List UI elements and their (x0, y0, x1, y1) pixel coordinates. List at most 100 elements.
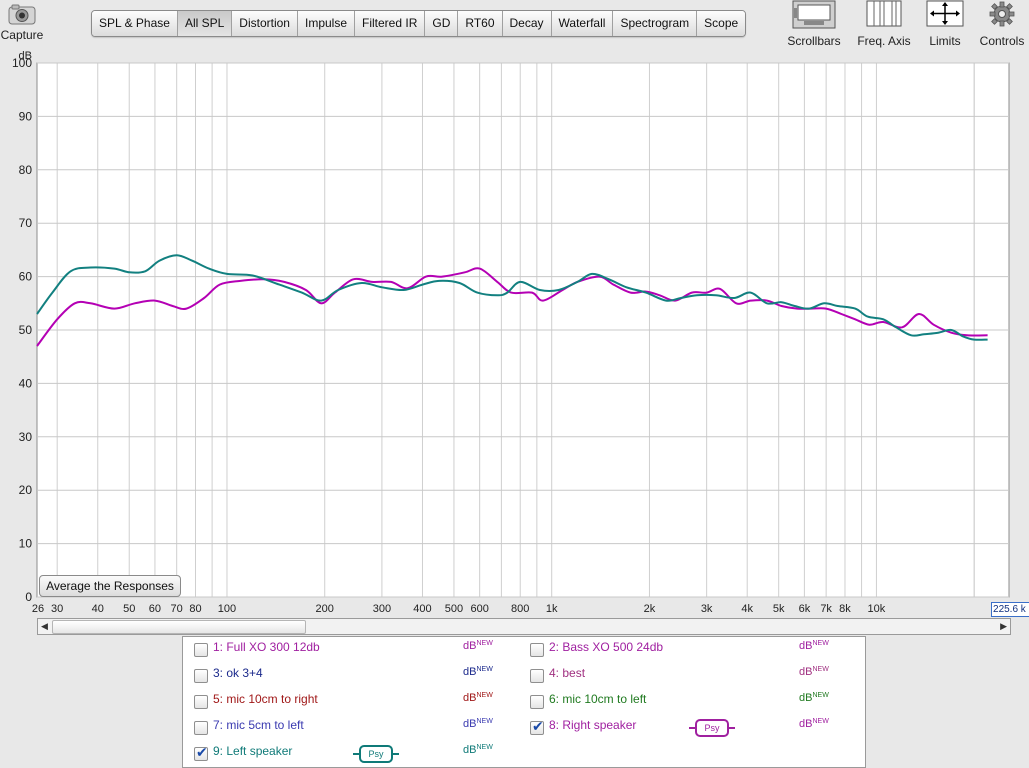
x-tick-label: 1k (546, 603, 558, 615)
y-tick-label: 70 (19, 216, 33, 230)
unit-sup: NEW (812, 692, 829, 699)
horizontal-scrollbar[interactable]: ◀ ▶ (37, 618, 1011, 635)
legend-label-7: 7: mic 5cm to left (213, 718, 304, 732)
legend-label-4: 4: best (549, 666, 586, 680)
tab-rt60[interactable]: RT60 (458, 11, 503, 36)
checkbox-item-3[interactable] (194, 669, 208, 683)
checkbox-item-6[interactable] (530, 695, 544, 709)
tab-spectrogram[interactable]: Spectrogram (613, 11, 698, 36)
checkbox-item-2[interactable] (530, 643, 544, 657)
psy-smoothing-button-8[interactable]: Psy (689, 719, 735, 737)
y-tick-label: 80 (19, 163, 33, 177)
legend-unit-2[interactable]: dBNEW (799, 640, 829, 652)
average-responses-button[interactable]: Average the Responses (39, 575, 181, 597)
x-tick-label: 60 (149, 603, 161, 615)
legend-unit-8[interactable]: dBNEW (799, 718, 829, 730)
spl-chart[interactable]: 0 10 20 30 40 50 60 70 80 90 100 dB 26 30 40 50 60 70 80 10… (0, 45, 1029, 615)
unit-sup: NEW (476, 666, 493, 673)
legend-label-3: 3: ok 3+4 (213, 666, 263, 680)
x-tick-label: 26 (32, 603, 44, 615)
gear-icon (976, 0, 1028, 30)
unit-text: dB (463, 640, 477, 652)
unit-text: dB (799, 692, 813, 704)
y-tick-label: 10 (19, 537, 33, 551)
legend-unit-4[interactable]: dBNEW (799, 666, 829, 678)
legend-unit-6[interactable]: dBNEW (799, 692, 829, 704)
freq-axis-button[interactable]: Freq. Axis (855, 0, 913, 48)
unit-text: dB (799, 718, 813, 730)
unit-sup: NEW (476, 744, 493, 751)
unit-text: dB (463, 692, 477, 704)
x-tick-label: 500 (445, 603, 463, 615)
x-tick-label: 200 (316, 603, 334, 615)
checkbox-item-5[interactable] (194, 695, 208, 709)
legend-unit-3[interactable]: dBNEW (463, 666, 493, 678)
unit-text: dB (463, 744, 477, 756)
capture-button[interactable]: Capture (0, 2, 44, 42)
legend-unit-5[interactable]: dBNEW (463, 692, 493, 704)
freq-range-field[interactable]: 225.6 k (991, 602, 1029, 617)
legend-label-8: 8: Right speaker (549, 718, 637, 732)
tab-impulse[interactable]: Impulse (297, 11, 356, 36)
y-axis-label: dB (19, 50, 32, 62)
psy-smoothing-button-9[interactable]: Psy (353, 745, 399, 763)
x-tick-label: 800 (511, 603, 529, 615)
scrollbars-button[interactable]: Scrollbars (786, 0, 842, 48)
checkbox-item-9[interactable]: ✔ (194, 744, 208, 761)
freq-axis-icon (855, 0, 913, 30)
scroll-left-icon[interactable]: ◀ (41, 619, 48, 634)
x-tick-label: 600 (470, 603, 488, 615)
y-tick-label: 40 (19, 376, 33, 390)
unit-text: dB (463, 666, 477, 678)
scrollbars-icon (786, 0, 842, 30)
checkbox-item-7[interactable] (194, 721, 208, 735)
freq-range-value: 25.6 k (998, 604, 1026, 615)
scrollbar-thumb[interactable] (52, 620, 306, 634)
x-tick-label: 5k (773, 603, 785, 615)
y-tick-label: 20 (19, 483, 33, 497)
checkbox-item-1[interactable] (194, 643, 208, 657)
unit-sup: NEW (812, 640, 829, 647)
x-tick-label: 300 (373, 603, 391, 615)
checkmark-icon: ✔ (532, 718, 544, 734)
x-tick-label: 30 (51, 603, 63, 615)
measurement-legend: 1: Full XO 300 12db dBNEW 2: Bass XO 500… (182, 636, 866, 768)
tab-spl-phase[interactable]: SPL & Phase (92, 11, 178, 36)
x-tick-label: 2k (644, 603, 656, 615)
checkmark-icon: ✔ (196, 744, 208, 760)
unit-sup: NEW (476, 640, 493, 647)
unit-sup: NEW (812, 718, 829, 725)
tab-filtered-ir[interactable]: Filtered IR (355, 11, 426, 36)
x-tick-label: 4k (741, 603, 753, 615)
unit-text: dB (799, 666, 813, 678)
y-tick-label: 90 (19, 109, 33, 123)
limits-button[interactable]: Limits (924, 0, 966, 48)
view-tabs: SPL & Phase All SPL Distortion Impulse F… (91, 10, 747, 37)
y-tick-label: 60 (19, 270, 33, 284)
y-tick-label: 30 (19, 430, 33, 444)
x-tick-label: 10k (868, 603, 886, 615)
controls-button[interactable]: Controls (976, 0, 1028, 48)
x-tick-label: 400 (413, 603, 431, 615)
limits-icon (924, 0, 966, 30)
tab-scope[interactable]: Scope (697, 11, 746, 36)
tab-decay[interactable]: Decay (502, 11, 552, 36)
scroll-right-icon[interactable]: ▶ (1000, 619, 1007, 634)
y-tick-label: 50 (19, 323, 33, 337)
x-tick-label: 100 (218, 603, 236, 615)
x-tick-label: 50 (123, 603, 135, 615)
x-tick-label: 8k (839, 603, 851, 615)
legend-label-5: 5: mic 10cm to right (213, 692, 318, 706)
tab-gd[interactable]: GD (425, 11, 459, 36)
unit-sup: NEW (476, 692, 493, 699)
legend-label-6: 6: mic 10cm to left (549, 692, 647, 706)
tab-all-spl[interactable]: All SPL (177, 11, 233, 36)
legend-unit-7[interactable]: dBNEW (463, 718, 493, 730)
tab-distortion[interactable]: Distortion (232, 11, 298, 36)
x-tick-label: 7k (820, 603, 832, 615)
checkbox-item-4[interactable] (530, 669, 544, 683)
legend-unit-1[interactable]: dBNEW (463, 640, 493, 652)
legend-unit-9[interactable]: dBNEW (463, 744, 493, 756)
checkbox-item-8[interactable]: ✔ (530, 718, 544, 735)
tab-waterfall[interactable]: Waterfall (551, 11, 614, 36)
